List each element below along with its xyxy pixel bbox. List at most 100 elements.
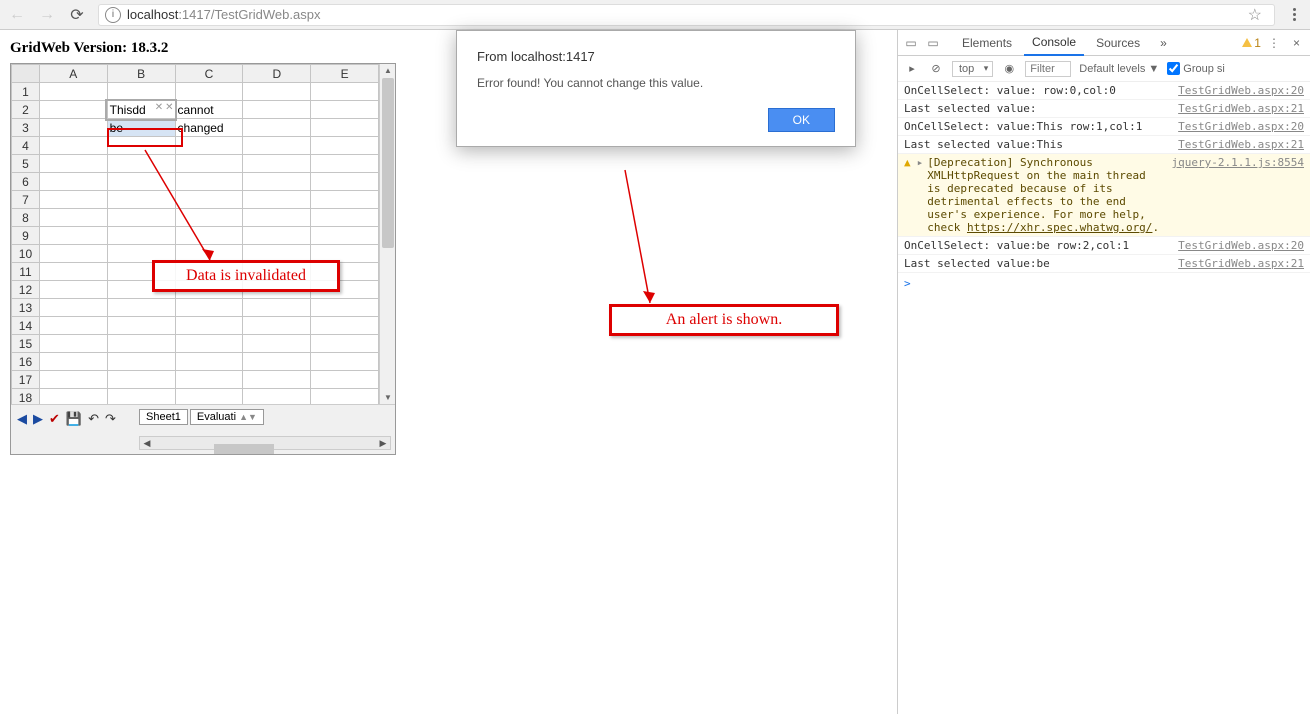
cell[interactable]: [175, 191, 243, 209]
forward-button[interactable]: →: [38, 6, 56, 24]
info-icon[interactable]: i: [105, 7, 121, 23]
row-header[interactable]: 10: [12, 245, 40, 263]
cell[interactable]: [311, 155, 379, 173]
cell[interactable]: [175, 173, 243, 191]
cell[interactable]: [107, 227, 175, 245]
cell[interactable]: [175, 335, 243, 353]
reload-button[interactable]: ⟳: [68, 6, 86, 24]
cell[interactable]: [107, 353, 175, 371]
scroll-right-icon[interactable]: ▶: [376, 438, 390, 449]
devtools-menu-icon[interactable]: ⋮: [1265, 36, 1283, 50]
cell[interactable]: [39, 191, 107, 209]
cell[interactable]: [39, 119, 107, 137]
cell[interactable]: [243, 317, 311, 335]
col-header[interactable]: C: [175, 65, 243, 83]
row-header[interactable]: 6: [12, 173, 40, 191]
cell[interactable]: [175, 209, 243, 227]
log-source-link[interactable]: jquery-2.1.1.js:8554: [1164, 156, 1304, 234]
cell[interactable]: [311, 299, 379, 317]
row-header[interactable]: 18: [12, 389, 40, 405]
row-header[interactable]: 8: [12, 209, 40, 227]
cell[interactable]: [107, 137, 175, 155]
cell[interactable]: cannot: [175, 101, 243, 119]
cell[interactable]: [39, 371, 107, 389]
scroll-down-icon[interactable]: ▼: [384, 393, 392, 402]
live-expression-icon[interactable]: ◉: [1001, 62, 1017, 75]
cell[interactable]: [311, 389, 379, 405]
row-header[interactable]: 16: [12, 353, 40, 371]
cell[interactable]: [243, 83, 311, 101]
devtools-tab-console[interactable]: Console: [1024, 30, 1084, 56]
console-filter-input[interactable]: [1025, 61, 1071, 77]
save-icon[interactable]: 💾: [66, 411, 82, 427]
log-source-link[interactable]: TestGridWeb.aspx:21: [1170, 102, 1304, 115]
cell[interactable]: [243, 299, 311, 317]
row-header[interactable]: 11: [12, 263, 40, 281]
cell[interactable]: [39, 281, 107, 299]
cell[interactable]: [39, 245, 107, 263]
inspect-icon[interactable]: ▭: [902, 36, 920, 50]
cell[interactable]: [107, 155, 175, 173]
row-header[interactable]: 7: [12, 191, 40, 209]
cell[interactable]: [243, 119, 311, 137]
cell[interactable]: [175, 155, 243, 173]
cell[interactable]: [39, 209, 107, 227]
log-levels-dropdown[interactable]: Default levels ▼: [1079, 63, 1159, 75]
cell[interactable]: [243, 101, 311, 119]
log-source-link[interactable]: TestGridWeb.aspx:21: [1170, 257, 1304, 270]
cell-selected[interactable]: be: [107, 119, 175, 137]
cell[interactable]: [311, 317, 379, 335]
row-header[interactable]: 1: [12, 83, 40, 101]
cell[interactable]: [39, 389, 107, 405]
sheet-tab[interactable]: Evaluati ▲▼: [190, 409, 264, 425]
cell[interactable]: [39, 137, 107, 155]
cell[interactable]: [175, 389, 243, 405]
log-source-link[interactable]: TestGridWeb.aspx:20: [1170, 84, 1304, 97]
devtools-tab-more[interactable]: »: [1152, 31, 1175, 55]
row-header[interactable]: 2: [12, 101, 40, 119]
col-header[interactable]: B: [107, 65, 175, 83]
context-selector[interactable]: top: [952, 61, 993, 77]
expand-icon[interactable]: ▸: [917, 156, 924, 234]
scrollbar-thumb[interactable]: [214, 444, 274, 454]
address-bar[interactable]: i localhost:1417/TestGridWeb.aspx ☆: [98, 4, 1275, 26]
cell[interactable]: [175, 371, 243, 389]
scroll-up-icon[interactable]: ▲: [384, 66, 392, 75]
log-source-link[interactable]: TestGridWeb.aspx:20: [1170, 120, 1304, 133]
cell[interactable]: [311, 173, 379, 191]
console-sidebar-icon[interactable]: ▸: [904, 62, 920, 75]
row-header[interactable]: 9: [12, 227, 40, 245]
cell[interactable]: [107, 317, 175, 335]
cell[interactable]: [243, 191, 311, 209]
cell[interactable]: [107, 83, 175, 101]
row-header[interactable]: 13: [12, 299, 40, 317]
cell[interactable]: [311, 119, 379, 137]
scrollbar-thumb[interactable]: [382, 78, 394, 248]
col-header[interactable]: E: [311, 65, 379, 83]
cell[interactable]: [311, 137, 379, 155]
cell[interactable]: [175, 227, 243, 245]
row-header[interactable]: 3: [12, 119, 40, 137]
cell[interactable]: [175, 317, 243, 335]
device-icon[interactable]: ▭: [924, 36, 942, 50]
cell-editing[interactable]: Thisdd✕✕: [107, 101, 175, 119]
cell[interactable]: [243, 173, 311, 191]
grid-table[interactable]: A B C D E 1 2 Thisdd✕✕ cannot 3 be chan: [11, 64, 379, 404]
devtools-close-button[interactable]: ×: [1287, 36, 1306, 50]
scroll-left-icon[interactable]: ◀: [140, 438, 154, 449]
cell[interactable]: [243, 335, 311, 353]
clear-icon[interactable]: ✕: [155, 102, 163, 113]
grid-corner[interactable]: [12, 65, 40, 83]
console-prompt[interactable]: >: [898, 273, 1310, 294]
horizontal-scrollbar[interactable]: ◀ ▶: [139, 436, 391, 450]
cell[interactable]: [39, 83, 107, 101]
cell[interactable]: [107, 173, 175, 191]
commit-icon[interactable]: ✔: [49, 411, 60, 427]
col-header[interactable]: A: [39, 65, 107, 83]
clear-icon[interactable]: ✕: [165, 102, 173, 113]
nav-first-icon[interactable]: ◀: [17, 411, 27, 427]
undo-icon[interactable]: ↶: [88, 411, 99, 427]
log-source-link[interactable]: TestGridWeb.aspx:21: [1170, 138, 1304, 151]
cell[interactable]: [39, 317, 107, 335]
cell[interactable]: [243, 155, 311, 173]
